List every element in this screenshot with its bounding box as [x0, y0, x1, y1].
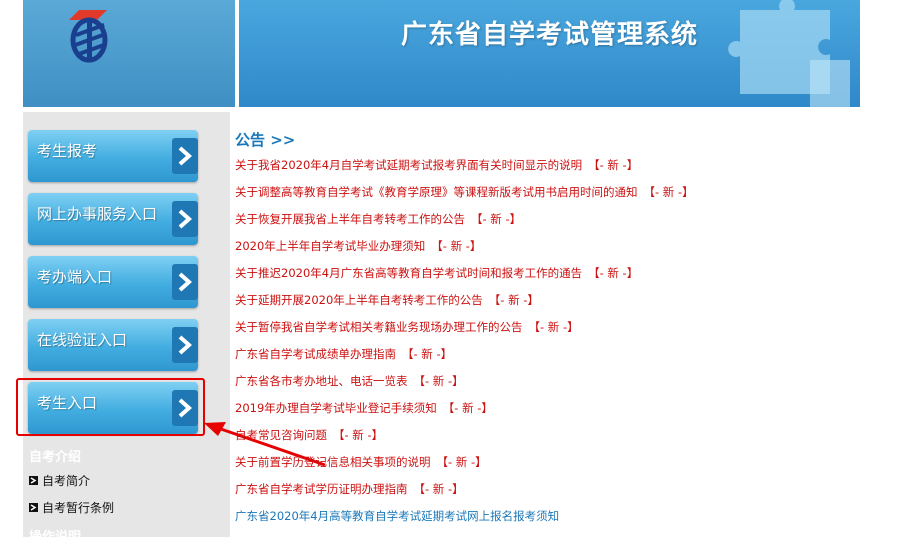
logo-icon [69, 10, 108, 63]
announcement-link[interactable]: 关于调整高等教育自学考试《教育学原理》等课程新版考试用书启用时间的通知 [235, 185, 638, 199]
section-title-instructions: 操作说明 [29, 530, 82, 545]
nav-button-online-verification[interactable]: 在线验证入口 [28, 319, 198, 371]
announcement-link[interactable]: 关于推迟2020年4月广东省高等教育自学考试时间和报考工作的通告 [235, 266, 582, 280]
sidebar-link-label: 自考简介 [42, 474, 91, 488]
list-item: 广东省2020年4月高等教育自学考试延期考试网上报名报考须知 [235, 508, 694, 535]
logo-box [23, 0, 235, 107]
new-badge: 【- 新 -】 [436, 455, 487, 469]
list-item: 广东省各市考办地址、电话一览表 【- 新 -】 [235, 373, 694, 400]
new-badge: 【- 新 -】 [413, 482, 464, 496]
arrow-bullet-icon [29, 476, 38, 485]
announcement-panel: 公告 >> 关于我省2020年4月自学考试延期考试报考界面有关时间显示的说明 【-… [235, 124, 875, 537]
new-badge: 【- 新 -】 [588, 266, 639, 280]
new-badge: 【- 新 -】 [402, 347, 453, 361]
nav-button-label: 考生报考 [37, 142, 98, 160]
chevron-right-icon [172, 138, 198, 174]
sidebar-link-regulations[interactable]: 自考暂行条例 [29, 499, 114, 516]
sidebar: 考生报考 网上办事服务入口 考办端入口 在线验证入口 考生入口 自考介绍 自考简… [23, 112, 230, 545]
announcement-link[interactable]: 关于延期开展2020年上半年自考转考工作的公告 [235, 293, 483, 307]
announcement-link[interactable]: 关于我省2020年4月自学考试延期考试报考界面有关时间显示的说明 [235, 158, 582, 172]
announcement-link[interactable]: 2019年办理自学考试毕业登记手续须知 [235, 401, 437, 415]
list-item: 2019年办理自学考试毕业登记手续须知 【- 新 -】 [235, 400, 694, 427]
announcement-link[interactable]: 关于前置学历登记信息相关事项的说明 [235, 455, 431, 469]
chevron-right-icon [172, 264, 198, 300]
nav-button-label: 在线验证入口 [37, 331, 128, 349]
list-item: 关于延期开展2020年上半年自考转考工作的公告 【- 新 -】 [235, 292, 694, 319]
announcement-list: 关于我省2020年4月自学考试延期考试报考界面有关时间显示的说明 【- 新 -】 … [235, 157, 694, 535]
announcement-heading: 公告 >> [235, 131, 296, 149]
header: 广东省自学考试管理系统 [23, 0, 860, 107]
nav-button-label: 网上办事服务入口 [37, 205, 158, 223]
sidebar-link-intro[interactable]: 自考简介 [29, 472, 90, 489]
list-item: 广东省自学考试成绩单办理指南 【- 新 -】 [235, 346, 694, 373]
announcement-link[interactable]: 广东省自学考试学历证明办理指南 [235, 482, 408, 496]
announcement-link[interactable]: 广东省自学考试成绩单办理指南 [235, 347, 396, 361]
list-item: 关于调整高等教育自学考试《教育学原理》等课程新版考试用书启用时间的通知 【- 新 … [235, 184, 694, 211]
highlight-box [16, 378, 205, 436]
nav-button-exam-registration[interactable]: 考生报考 [28, 130, 198, 182]
list-item: 广东省自学考试学历证明办理指南 【- 新 -】 [235, 481, 694, 508]
announcement-link[interactable]: 广东省各市考办地址、电话一览表 [235, 374, 408, 388]
announcement-link[interactable]: 自考常见咨询问题 [235, 428, 327, 442]
new-badge: 【- 新 -】 [333, 428, 384, 442]
list-item: 关于前置学历登记信息相关事项的说明 【- 新 -】 [235, 454, 694, 481]
new-badge: 【- 新 -】 [643, 185, 694, 199]
nav-button-online-services[interactable]: 网上办事服务入口 [28, 193, 198, 245]
list-item: 关于我省2020年4月自学考试延期考试报考界面有关时间显示的说明 【- 新 -】 [235, 157, 694, 184]
list-item: 关于推迟2020年4月广东省高等教育自学考试时间和报考工作的通告 【- 新 -】 [235, 265, 694, 292]
puzzle-decoration-icon [728, 0, 850, 107]
new-badge: 【- 新 -】 [488, 293, 539, 307]
new-badge: 【- 新 -】 [528, 320, 579, 334]
new-badge: 【- 新 -】 [588, 158, 639, 172]
page-title: 广东省自学考试管理系统 [401, 20, 699, 50]
list-item: 关于恢复开展我省上半年自考转考工作的公告 【- 新 -】 [235, 211, 694, 238]
section-title-intro: 自考介绍 [29, 450, 82, 465]
chevron-right-icon [172, 327, 198, 363]
nav-button-label: 考办端入口 [37, 268, 113, 286]
new-badge: 【- 新 -】 [442, 401, 493, 415]
nav-button-office-portal[interactable]: 考办端入口 [28, 256, 198, 308]
new-badge: 【- 新 -】 [431, 239, 482, 253]
sidebar-link-label: 自考暂行条例 [42, 501, 115, 515]
list-item: 自考常见咨询问题 【- 新 -】 [235, 427, 694, 454]
list-item: 关于暂停我省自学考试相关考籍业务现场办理工作的公告 【- 新 -】 [235, 319, 694, 346]
list-item: 2020年上半年自学考试毕业办理须知 【- 新 -】 [235, 238, 694, 265]
new-badge: 【- 新 -】 [471, 212, 522, 226]
announcement-link[interactable]: 关于暂停我省自学考试相关考籍业务现场办理工作的公告 [235, 320, 523, 334]
announcement-link[interactable]: 2020年上半年自学考试毕业办理须知 [235, 239, 425, 253]
announcement-link[interactable]: 广东省2020年4月高等教育自学考试延期考试网上报名报考须知 [235, 509, 559, 523]
banner: 广东省自学考试管理系统 [239, 0, 860, 107]
new-badge: 【- 新 -】 [413, 374, 464, 388]
arrow-bullet-icon [29, 503, 38, 512]
announcement-link[interactable]: 关于恢复开展我省上半年自考转考工作的公告 [235, 212, 465, 226]
chevron-right-icon [172, 201, 198, 237]
